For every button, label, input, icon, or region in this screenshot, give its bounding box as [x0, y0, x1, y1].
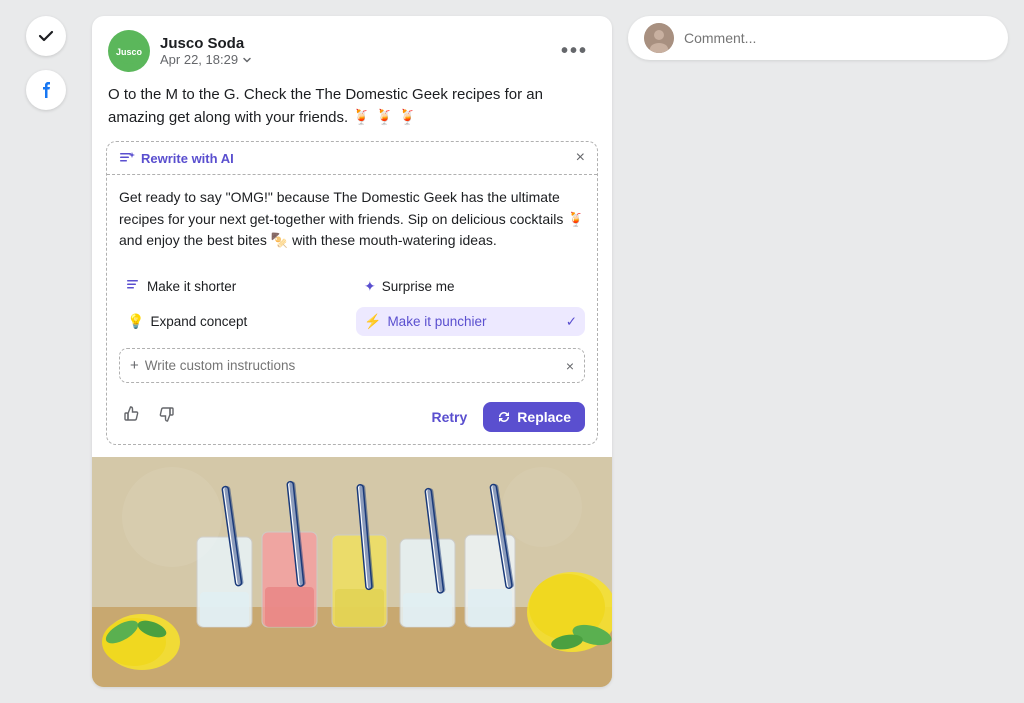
post-card: Jusco Jusco Soda Apr 22, 18:29 ••• O to … [92, 16, 612, 687]
post-text: O to the M to the G. Check the The Domes… [92, 80, 612, 141]
post-header-left: Jusco Jusco Soda Apr 22, 18:29 [108, 30, 252, 72]
sidebar [0, 0, 92, 703]
ai-option-shorter-label: Make it shorter [147, 279, 236, 294]
action-right: Retry Replace [424, 402, 586, 432]
replace-icon [497, 410, 511, 424]
comment-box [628, 16, 1008, 60]
post-image [92, 457, 612, 687]
ai-rewritten-text: Get ready to say "OMG!" because The Dome… [107, 175, 597, 264]
shorter-icon [127, 278, 141, 295]
thumbs-up-button[interactable] [119, 401, 145, 432]
post-menu-button[interactable]: ••• [553, 36, 596, 67]
ai-option-punchier[interactable]: ⚡ Make it punchier ✓ [356, 307, 585, 336]
author-name: Jusco Soda [160, 35, 252, 52]
custom-instructions-row: + × [119, 348, 585, 383]
replace-label: Replace [517, 409, 571, 425]
drinks-image [92, 457, 612, 687]
post-meta: Jusco Soda Apr 22, 18:29 [160, 35, 252, 67]
main-content: Jusco Jusco Soda Apr 22, 18:29 ••• O to … [92, 0, 1024, 703]
ai-options-grid: Make it shorter ✦ Surprise me 💡 Expand c… [107, 264, 597, 346]
plus-icon: + [130, 357, 139, 374]
comment-panel [628, 16, 1008, 687]
retry-button[interactable]: Retry [424, 403, 476, 431]
feedback-buttons [119, 401, 179, 432]
thumbs-down-button[interactable] [153, 401, 179, 432]
expand-icon: 💡 [127, 313, 144, 330]
ai-option-surprise-label: Surprise me [382, 279, 455, 294]
custom-instructions-clear-icon[interactable]: × [566, 358, 574, 374]
ai-option-expand-label: Expand concept [150, 314, 247, 329]
punchier-check-icon: ✓ [566, 314, 577, 330]
chevron-down-icon[interactable] [242, 55, 252, 65]
author-avatar: Jusco [108, 30, 150, 72]
replace-button[interactable]: Replace [483, 402, 585, 432]
post-timestamp: Apr 22, 18:29 [160, 52, 238, 67]
punchier-icon: ⚡ [364, 313, 381, 330]
ai-rewrite-header: Rewrite with AI × [107, 142, 597, 175]
post-text-content: O to the M to the G. Check the The Domes… [108, 86, 543, 126]
ai-option-punchier-label: Make it punchier [387, 314, 486, 329]
post-header: Jusco Jusco Soda Apr 22, 18:29 ••• [92, 16, 612, 80]
ai-close-button[interactable]: × [576, 150, 585, 166]
ai-rewrite-icon [119, 150, 135, 166]
comment-input[interactable] [684, 30, 992, 46]
svg-text:Jusco: Jusco [116, 47, 142, 57]
ai-rewrite-panel: Rewrite with AI × Get ready to say "OMG!… [106, 141, 598, 445]
surprise-icon: ✦ [364, 278, 376, 295]
action-row: Retry Replace [107, 393, 597, 444]
ai-option-shorter[interactable]: Make it shorter [119, 272, 348, 301]
ai-panel-title-text: Rewrite with AI [141, 151, 234, 166]
comment-avatar [644, 23, 674, 53]
check-icon-button[interactable] [26, 16, 66, 56]
ai-option-expand[interactable]: 💡 Expand concept [119, 307, 348, 336]
post-time-row: Apr 22, 18:29 [160, 52, 252, 67]
ai-rewrite-title: Rewrite with AI [119, 150, 234, 166]
ai-option-surprise[interactable]: ✦ Surprise me [356, 272, 585, 301]
facebook-icon-button[interactable] [26, 70, 66, 110]
custom-instructions-input[interactable] [145, 358, 560, 373]
